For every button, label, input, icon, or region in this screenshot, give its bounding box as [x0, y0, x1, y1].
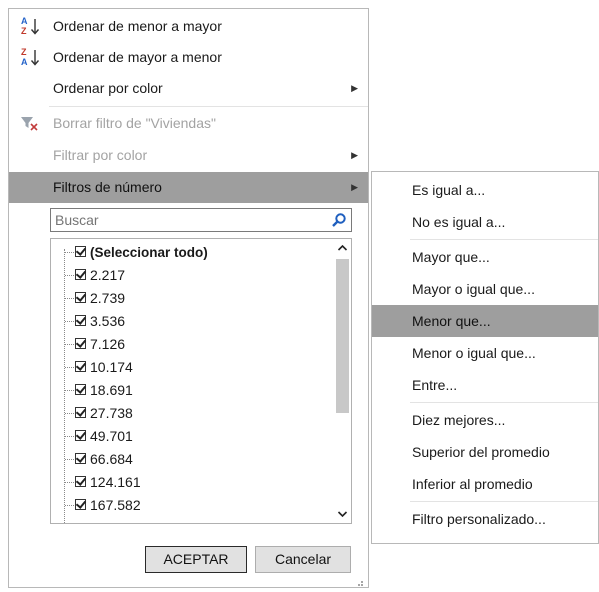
search-icon[interactable]	[331, 212, 347, 228]
value-checkbox[interactable]	[75, 315, 86, 326]
sort-ascending-item[interactable]: A Z Ordenar de menor a mayor	[9, 11, 368, 42]
tree-branch	[65, 275, 74, 276]
submenu-above-average-item[interactable]: Superior del promedio	[372, 436, 598, 468]
tree-branch	[65, 252, 74, 253]
submenu-arrow-icon: ▶	[351, 150, 358, 160]
select-all-label: (Seleccionar todo)	[90, 245, 208, 260]
value-label: 3.536	[90, 313, 126, 329]
value-checkbox[interactable]	[75, 430, 86, 441]
svg-text:Z: Z	[21, 47, 27, 57]
submenu-greater-equal-item[interactable]: Mayor o igual que...	[372, 273, 598, 305]
select-all-checkbox[interactable]	[75, 246, 86, 257]
value-label: 167.582	[90, 497, 141, 513]
value-checkbox[interactable]	[75, 292, 86, 303]
value-label: 66.684	[90, 451, 133, 467]
value-checkbox[interactable]	[75, 338, 86, 349]
submenu-separator	[410, 239, 598, 240]
submenu-not-equals-item[interactable]: No es igual a...	[372, 206, 598, 238]
value-label: 49.701	[90, 428, 133, 444]
tree-branch	[65, 390, 74, 391]
sort-descending-label: Ordenar de mayor a menor	[53, 49, 222, 65]
sort-descending-icon: Z A	[20, 42, 42, 73]
ok-button[interactable]: ACEPTAR	[145, 546, 247, 573]
sort-by-color-item[interactable]: Ordenar por color ▶	[9, 73, 368, 104]
value-checkbox[interactable]	[75, 453, 86, 464]
value-label: 2.739	[90, 290, 126, 306]
tree-branch	[65, 482, 74, 483]
list-scrollbar[interactable]	[334, 239, 351, 523]
submenu-below-average-item[interactable]: Inferior al promedio	[372, 468, 598, 500]
sort-by-color-label: Ordenar por color	[53, 80, 163, 96]
submenu-separator	[410, 402, 598, 403]
submenu-arrow-icon: ▶	[351, 182, 358, 192]
value-label: 10.174	[90, 359, 133, 375]
svg-text:A: A	[21, 57, 28, 67]
sort-ascending-icon: A Z	[20, 11, 42, 42]
svg-text:Z: Z	[21, 26, 27, 36]
tree-branch	[65, 321, 74, 322]
number-filters-item[interactable]: Filtros de número ▶	[9, 172, 368, 203]
tree-branch	[65, 344, 74, 345]
tree-branch	[65, 459, 74, 460]
value-checkbox[interactable]	[75, 407, 86, 418]
value-checkbox[interactable]	[75, 384, 86, 395]
submenu-custom-filter-item[interactable]: Filtro personalizado...	[372, 503, 598, 535]
submenu-less-equal-item[interactable]: Menor o igual que...	[372, 337, 598, 369]
autofilter-menu: A Z Ordenar de menor a mayor Z A Ordenar…	[8, 8, 369, 588]
submenu-arrow-icon: ▶	[351, 83, 358, 93]
value-checkbox[interactable]	[75, 476, 86, 487]
tree-branch	[65, 436, 74, 437]
submenu-greater-than-item[interactable]: Mayor que...	[372, 241, 598, 273]
cancel-button[interactable]: Cancelar	[255, 546, 351, 573]
submenu-separator	[410, 501, 598, 502]
value-label: 27.738	[90, 405, 133, 421]
value-label: 124.161	[90, 474, 141, 490]
search-box[interactable]	[50, 208, 352, 232]
filter-by-color-label: Filtrar por color	[53, 147, 148, 163]
search-input[interactable]	[51, 209, 325, 231]
value-label: 18.691	[90, 382, 133, 398]
number-filters-submenu: Es igual a... No es igual a... Mayor que…	[371, 171, 599, 544]
tree-branch	[65, 505, 74, 506]
tree-branch	[65, 298, 74, 299]
filter-by-color-item[interactable]: Filtrar por color ▶	[9, 140, 368, 171]
tree-branch	[65, 367, 74, 368]
resize-grip-icon[interactable]	[354, 574, 364, 586]
value-checkbox[interactable]	[75, 269, 86, 280]
clear-filter-label: Borrar filtro de "Viviendas"	[53, 115, 216, 131]
scroll-up-icon[interactable]	[334, 239, 351, 257]
svg-text:A: A	[21, 16, 28, 26]
value-label: 7.126	[90, 336, 126, 352]
scroll-down-icon[interactable]	[334, 505, 351, 523]
menu-separator	[49, 106, 368, 107]
value-checkbox[interactable]	[75, 499, 86, 510]
clear-filter-item[interactable]: Borrar filtro de "Viviendas"	[9, 108, 368, 139]
submenu-top-ten-item[interactable]: Diez mejores...	[372, 404, 598, 436]
scrollbar-thumb[interactable]	[336, 259, 349, 413]
clear-filter-icon	[20, 108, 42, 139]
values-list[interactable]: (Seleccionar todo) 2.217 2.739 3.536 7.1…	[50, 238, 352, 524]
value-label: 2.217	[90, 267, 126, 283]
submenu-between-item[interactable]: Entre...	[372, 369, 598, 401]
value-checkbox[interactable]	[75, 361, 86, 372]
sort-descending-item[interactable]: Z A Ordenar de mayor a menor	[9, 42, 368, 73]
number-filters-label: Filtros de número	[53, 179, 162, 195]
submenu-equals-item[interactable]: Es igual a...	[372, 174, 598, 206]
submenu-less-than-item[interactable]: Menor que...	[372, 305, 598, 337]
tree-branch	[65, 413, 74, 414]
sort-ascending-label: Ordenar de menor a mayor	[53, 18, 222, 34]
